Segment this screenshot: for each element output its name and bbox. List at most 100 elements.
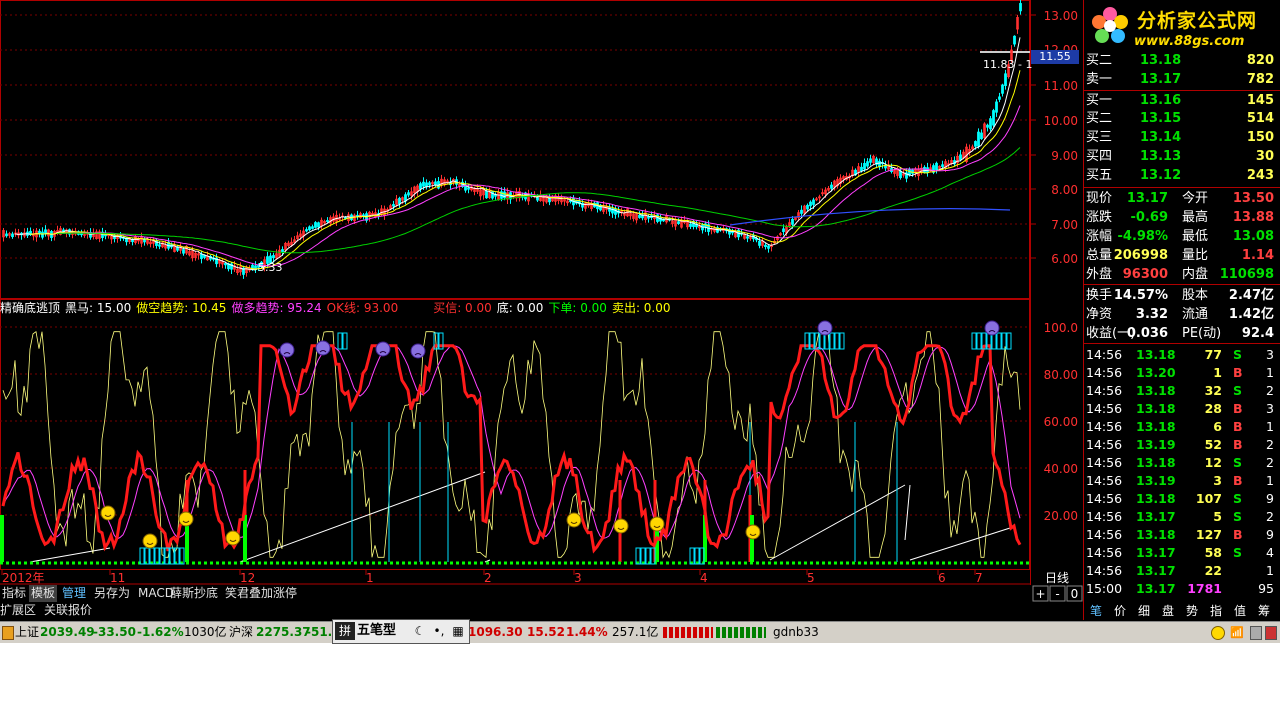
tick-side: S <box>1233 383 1243 398</box>
order-book-volume: 514 <box>1246 111 1274 126</box>
tick-price: 13.18 <box>1136 491 1176 506</box>
signal-icon[interactable]: 📶 <box>1230 622 1244 643</box>
order-book-price: 13.14 <box>1140 130 1182 145</box>
toolbar-item[interactable]: 管理 <box>60 585 88 602</box>
candle-body <box>923 166 926 173</box>
candle-body <box>308 226 311 231</box>
stat-value: 92.4 <box>1241 326 1274 341</box>
tick-row: 14:56 13.20 1 B 1 <box>1084 364 1278 382</box>
right-panel-tab[interactable]: 细 <box>1133 603 1155 620</box>
candle-body <box>782 228 785 232</box>
top-signal-box <box>996 332 1002 350</box>
right-panel-tab[interactable]: 势 <box>1181 603 1203 620</box>
order-book-row: 买五 13.12 243 <box>1084 167 1278 185</box>
tick-volume: 1781 <box>1187 581 1222 596</box>
toolbar-item[interactable]: 笑君叠加涨停 <box>223 585 299 602</box>
tick-row: 14:56 13.18 32 S 2 <box>1084 382 1278 400</box>
punctuation-icon[interactable]: •, <box>431 622 447 640</box>
price-axis-label: 7.00 <box>1051 218 1078 232</box>
toolbar-item[interactable]: 模板 <box>29 585 58 602</box>
order-book-price: 13.15 <box>1140 111 1182 126</box>
stat-label: 内盘 <box>1182 267 1209 282</box>
stat-value: 1.42亿 <box>1228 307 1274 322</box>
tick-volume: 6 <box>1213 419 1222 434</box>
right-panel-tab[interactable]: 筹 <box>1253 603 1275 620</box>
tick-row: 14:56 13.17 5 S 2 <box>1084 508 1278 526</box>
indicator-legend-item: 黑马: 15.00 <box>65 301 132 315</box>
price-axis-label: 8.00 <box>1051 183 1078 197</box>
candle-body <box>428 182 431 186</box>
right-panel-tab[interactable]: 价 <box>1109 603 1131 620</box>
tick-time: 14:56 <box>1086 509 1123 524</box>
ma120-line <box>729 208 1011 226</box>
indicator-axis-label: 80.00 <box>1044 368 1078 382</box>
toolbar-item[interactable]: 薛斯抄底 <box>168 585 220 602</box>
candle-body <box>935 162 938 171</box>
sad-face-icon <box>375 341 391 357</box>
tray-icon-2[interactable] <box>1265 626 1277 640</box>
candle-body <box>989 118 992 130</box>
tick-side: S <box>1233 455 1243 470</box>
order-book-row: 买一 13.16 145 <box>1084 92 1278 110</box>
stat-value: 3.32 <box>1135 307 1168 322</box>
order-book-volume: 243 <box>1246 168 1274 183</box>
toolbar-item[interactable]: 指标 <box>0 585 28 602</box>
candle-body <box>485 190 488 199</box>
smile-face-icon <box>566 512 582 528</box>
candle-body <box>1001 84 1004 94</box>
toolbar-item[interactable]: 另存为 <box>92 585 132 602</box>
right-panel-tab[interactable]: 笔 <box>1085 603 1107 620</box>
date-axis-label: 4 <box>700 571 708 585</box>
extension-tab[interactable]: 扩展区 <box>0 602 36 619</box>
price-axis-label: 11.00 <box>1044 79 1078 93</box>
indicator-legend: 精确底逃顶 黑马: 15.00 做空趋势: 10.45 做多趋势: 95.24 OK线:… <box>0 300 1030 316</box>
market-icon[interactable] <box>2 626 14 640</box>
ime-logo-icon[interactable]: 拼 <box>335 622 355 640</box>
order-book-volume: 820 <box>1246 53 1274 68</box>
sh-label: 上证 <box>15 625 40 639</box>
tick-price: 13.18 <box>1136 527 1176 542</box>
top-signal-box <box>342 332 348 350</box>
moon-icon[interactable]: ☾ <box>411 622 429 640</box>
tick-row: 14:56 13.18 77 S 3 <box>1084 346 1278 364</box>
tick-volume: 12 <box>1204 455 1222 470</box>
right-panel-tab[interactable]: 指 <box>1205 603 1227 620</box>
tick-time: 14:56 <box>1086 383 1123 398</box>
stat-value: -4.98% <box>1117 229 1169 244</box>
logo-url: www.88gs.com <box>1134 34 1245 49</box>
ime-name[interactable]: 五笔型 <box>357 622 396 640</box>
order-book-price: 13.12 <box>1140 168 1182 183</box>
smile-icon[interactable] <box>1211 626 1225 640</box>
tick-row: 15:00 13.17 1781 95 <box>1084 580 1278 598</box>
tick-volume: 58 <box>1204 545 1222 560</box>
tick-time: 15:00 <box>1086 581 1123 596</box>
extension-tab[interactable]: 关联报价 <box>44 602 92 619</box>
user-name: gdnb33 <box>773 625 819 639</box>
candle-body <box>764 244 767 248</box>
candle-body <box>995 101 998 113</box>
candle-body <box>647 216 650 219</box>
tick-volume: 32 <box>1204 383 1222 398</box>
indicator-legend-item: 底: 0.00 <box>496 301 544 315</box>
tick-volume: 107 <box>1195 491 1222 506</box>
stat-label: 流通 <box>1182 307 1209 322</box>
ime-toolbar[interactable]: 拼 五笔型 ☾ •, ▦ <box>332 619 470 644</box>
indicator-axis-label: 60.00 <box>1044 415 1078 429</box>
order-book-label: 买五 <box>1086 168 1113 183</box>
indicator-legend-item: 精确底逃顶 <box>0 301 61 315</box>
keyboard-icon[interactable]: ▦ <box>449 622 467 640</box>
tick-row: 14:56 13.18 107 S 9 <box>1084 490 1278 508</box>
tray-icon[interactable] <box>1250 626 1262 640</box>
candle-body <box>1019 3 1022 12</box>
candle-body <box>200 253 203 259</box>
top-signal-box <box>976 332 982 350</box>
candle-body <box>869 158 872 163</box>
other-index: 1096.30 <box>468 625 523 639</box>
order-book-row: 买三 13.14 150 <box>1084 129 1278 147</box>
right-panel-tab[interactable]: 盘 <box>1157 603 1179 620</box>
tick-time: 14:56 <box>1086 365 1123 380</box>
stat-value: 14.57% <box>1113 288 1168 303</box>
ma5-line <box>14 37 1021 271</box>
right-panel-tab[interactable]: 值 <box>1229 603 1251 620</box>
candle-body <box>467 187 470 190</box>
